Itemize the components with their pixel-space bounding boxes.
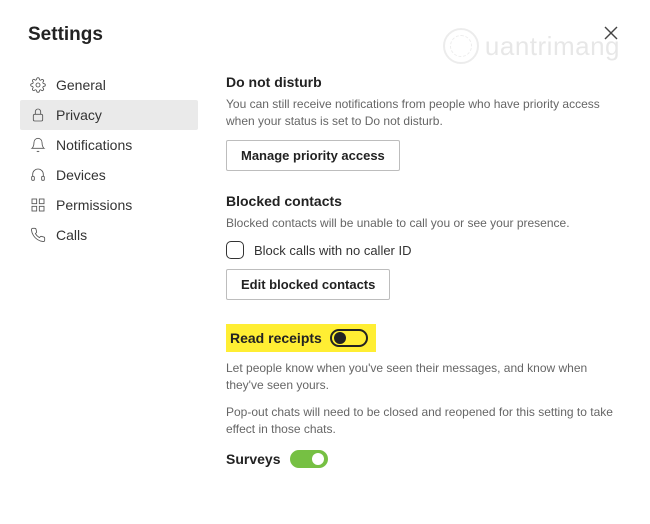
surveys-toggle[interactable]: [290, 450, 328, 468]
sidebar-item-general[interactable]: General: [20, 70, 198, 100]
sidebar-item-permissions[interactable]: Permissions: [20, 190, 198, 220]
sidebar-item-privacy[interactable]: Privacy: [20, 100, 198, 130]
sidebar-item-calls[interactable]: Calls: [20, 220, 198, 250]
lock-icon: [30, 107, 46, 123]
dnd-heading: Do not disturb: [226, 74, 620, 90]
read-receipts-description-1: Let people know when you've seen their m…: [226, 360, 620, 394]
blocked-contacts-description: Blocked contacts will be unable to call …: [226, 215, 620, 232]
sidebar-item-label: Devices: [56, 167, 106, 183]
blocked-contacts-heading: Blocked contacts: [226, 193, 620, 209]
phone-icon: [30, 227, 46, 243]
headset-icon: [30, 167, 46, 183]
read-receipts-heading: Read receipts: [230, 330, 322, 346]
toggle-knob: [334, 332, 346, 344]
content-panel: Do not disturb You can still receive not…: [198, 60, 630, 468]
dnd-description: You can still receive notifications from…: [226, 96, 620, 130]
read-receipts-description-2: Pop-out chats will need to be closed and…: [226, 404, 620, 438]
block-no-caller-id-label: Block calls with no caller ID: [254, 243, 412, 258]
sidebar-item-label: Permissions: [56, 197, 132, 213]
edit-blocked-contacts-button[interactable]: Edit blocked contacts: [226, 269, 390, 300]
close-icon: [604, 26, 618, 40]
apps-icon: [30, 197, 46, 213]
manage-priority-access-button[interactable]: Manage priority access: [226, 140, 400, 171]
block-no-caller-id-checkbox[interactable]: [226, 241, 244, 259]
sidebar: General Privacy Notifications Devices Pe: [20, 60, 198, 468]
bell-icon: [30, 137, 46, 153]
sidebar-item-notifications[interactable]: Notifications: [20, 130, 198, 160]
sidebar-item-label: General: [56, 77, 106, 93]
sidebar-item-label: Privacy: [56, 107, 102, 123]
read-receipts-toggle[interactable]: [330, 329, 368, 347]
surveys-heading: Surveys: [226, 451, 280, 467]
toggle-knob: [312, 453, 324, 465]
page-title: Settings: [28, 24, 103, 46]
close-button[interactable]: [600, 22, 622, 48]
gear-icon: [30, 77, 46, 93]
sidebar-item-devices[interactable]: Devices: [20, 160, 198, 190]
sidebar-item-label: Notifications: [56, 137, 132, 153]
read-receipts-row: Read receipts: [226, 324, 376, 352]
sidebar-item-label: Calls: [56, 227, 87, 243]
